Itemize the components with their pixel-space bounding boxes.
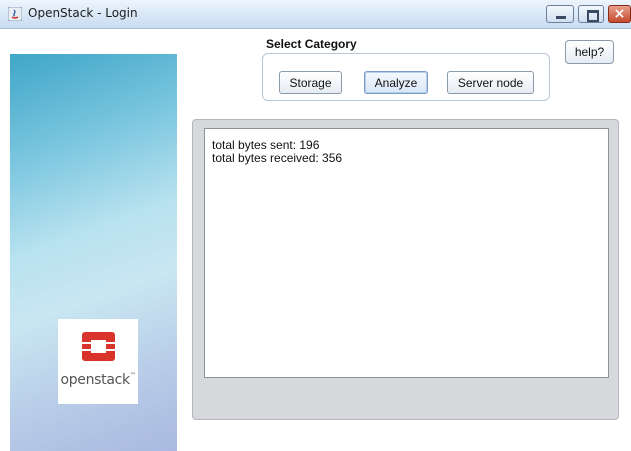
- maximize-button[interactable]: [578, 5, 604, 23]
- output-line-bytes-received: total bytes received: 356: [212, 151, 343, 165]
- output-text-area[interactable]: total bytes sent: 196 total bytes receiv…: [204, 128, 609, 378]
- openstack-logo-mark: [82, 332, 115, 361]
- analyze-button[interactable]: Analyze: [364, 71, 428, 94]
- app-window: OpenStack - Login × openstack™ Select Ca…: [0, 0, 631, 451]
- help-button[interactable]: help?: [565, 40, 614, 64]
- title-bar: OpenStack - Login ×: [0, 0, 631, 29]
- openstack-logo: openstack™: [58, 319, 138, 404]
- minimize-button[interactable]: [546, 5, 574, 23]
- minimize-icon: [547, 6, 573, 22]
- window-title: OpenStack - Login: [28, 6, 138, 20]
- side-banner: openstack™: [10, 54, 177, 451]
- server-node-button[interactable]: Server node: [447, 71, 534, 94]
- close-button[interactable]: ×: [608, 5, 631, 23]
- logo-wordmark: openstack™: [58, 372, 138, 388]
- logo-trademark: ™: [129, 372, 136, 379]
- storage-button[interactable]: Storage: [279, 71, 342, 94]
- select-category-label: Select Category: [266, 37, 357, 51]
- logo-text: openstack: [60, 372, 130, 388]
- maximize-icon: [579, 6, 603, 22]
- java-app-icon: [8, 7, 22, 21]
- close-icon: ×: [613, 6, 626, 22]
